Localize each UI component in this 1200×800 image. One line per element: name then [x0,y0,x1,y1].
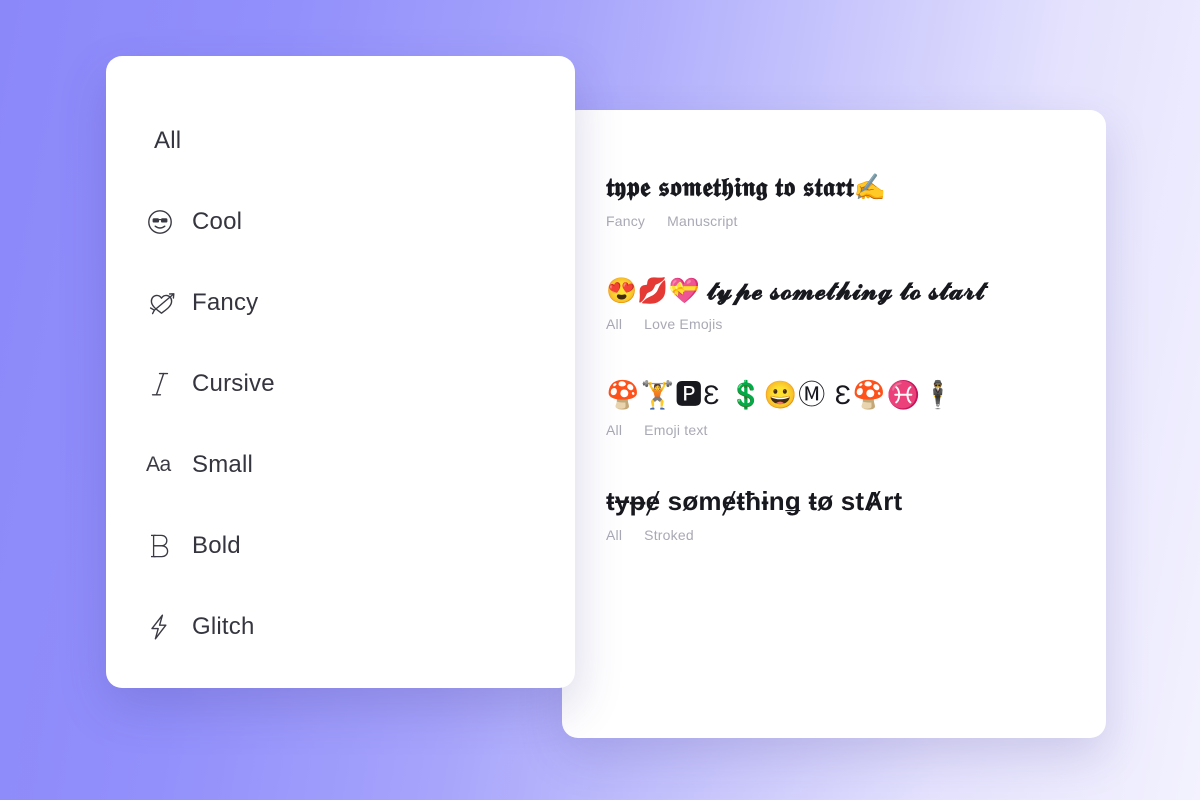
sidebar-item-label: All [154,127,182,154]
result-item[interactable]: 𝖙𝖞𝖕𝖊 𝖘𝖔𝖒𝖊𝖙𝖍𝖎𝖓𝖌 𝖙𝖔 𝖘𝖙𝖆𝖗𝖙✍️ Fancy Manuscri… [606,172,1096,229]
sidebar-item-all[interactable]: All [106,110,575,172]
result-tag[interactable]: Stroked [644,527,694,543]
category-card: All Cool Fancy Cursive Aa Small Bold Gli… [106,56,575,688]
result-tag-list: All Stroked [606,527,1096,543]
sidebar-item-label: Cursive [192,370,275,397]
lightning-bolt-icon [146,612,192,642]
sidebar-item-bold[interactable]: Bold [106,515,575,577]
results-list: 𝖙𝖞𝖕𝖊 𝖘𝖔𝖒𝖊𝖙𝖍𝖎𝖓𝖌 𝖙𝖔 𝖘𝖙𝖆𝖗𝖙✍️ Fancy Manuscri… [606,172,1096,543]
sidebar-item-small[interactable]: Aa Small [106,434,575,496]
result-item[interactable]: ŧɏᵽɇ sømɇŧħɨnǥ ŧø stȺrt All Stroked [606,486,1096,543]
result-tag[interactable]: All [606,422,622,438]
sunglasses-smiley-icon [146,208,192,236]
heart-arrow-icon [146,289,192,317]
result-preview-text[interactable]: 🍄🏋🅿Ɛ 💲😀Ⓜ Ɛ🍄♓🕴 [606,380,1096,412]
result-preview-text[interactable]: ŧɏᵽɇ sømɇŧħɨnǥ ŧø stȺrt [606,486,1096,517]
sidebar-item-label: Bold [192,532,241,559]
result-tag[interactable]: All [606,316,622,332]
result-tag[interactable]: All [606,527,622,543]
sidebar-item-label: Glitch [192,613,255,640]
result-tag[interactable]: Manuscript [667,213,737,229]
sidebar-item-label: Cool [192,208,243,235]
result-preview-text[interactable]: 😍💋💝 𝓽𝔂𝓹𝓮 𝓼𝓸𝓶𝓮𝓽𝓱𝓲𝓷𝓰 𝓽𝓸 𝓼𝓽𝓪𝓻𝓽 [606,277,1096,307]
outline-b-icon [146,531,192,561]
sidebar-item-label: Fancy [192,289,259,316]
sidebar-item-label: Small [192,451,254,478]
aa-icon-text: Aa [146,453,171,476]
sidebar-item-glitch[interactable]: Glitch [106,596,575,658]
result-item[interactable]: 🍄🏋🅿Ɛ 💲😀Ⓜ Ɛ🍄♓🕴 All Emoji text [606,380,1096,438]
result-tag-list: All Love Emojis [606,316,1096,332]
italic-i-icon [146,369,192,399]
result-preview-text[interactable]: 𝖙𝖞𝖕𝖊 𝖘𝖔𝖒𝖊𝖙𝖍𝖎𝖓𝖌 𝖙𝖔 𝖘𝖙𝖆𝖗𝖙✍️ [606,172,1096,203]
result-tag[interactable]: Love Emojis [644,316,722,332]
result-item[interactable]: 😍💋💝 𝓽𝔂𝓹𝓮 𝓼𝓸𝓶𝓮𝓽𝓱𝓲𝓷𝓰 𝓽𝓸 𝓼𝓽𝓪𝓻𝓽 All Love Emo… [606,277,1096,333]
sidebar-item-fancy[interactable]: Fancy [106,272,575,334]
result-tag-list: All Emoji text [606,422,1096,438]
result-tag-list: Fancy Manuscript [606,213,1096,229]
result-tag[interactable]: Emoji text [644,422,707,438]
aa-icon: Aa [146,453,192,477]
results-card: 𝖙𝖞𝖕𝖊 𝖘𝖔𝖒𝖊𝖙𝖍𝖎𝖓𝖌 𝖙𝖔 𝖘𝖙𝖆𝖗𝖙✍️ Fancy Manuscri… [562,110,1106,738]
sidebar-item-cool[interactable]: Cool [106,191,575,253]
sidebar-item-cursive[interactable]: Cursive [106,353,575,415]
result-tag[interactable]: Fancy [606,213,645,229]
